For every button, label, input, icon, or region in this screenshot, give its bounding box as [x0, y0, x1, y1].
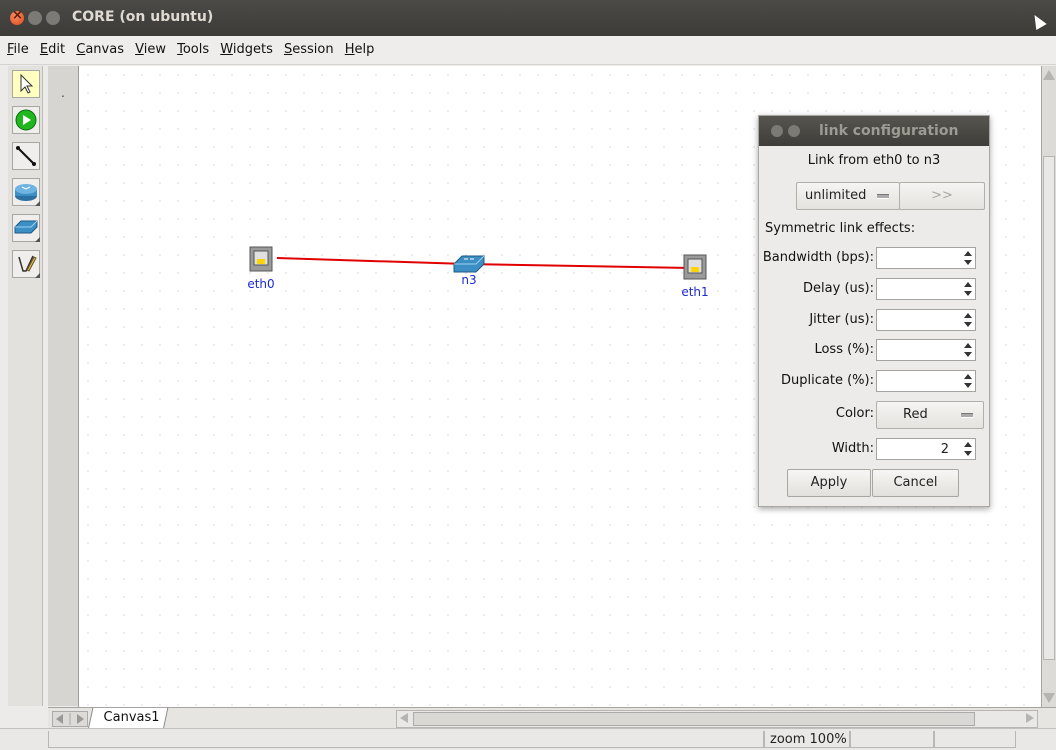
delay-label: Delay (us):: [803, 281, 874, 296]
delay-field[interactable]: [876, 278, 976, 300]
horizontal-scroll-thumb[interactable]: [413, 712, 975, 726]
apply-button[interactable]: Apply: [787, 469, 871, 497]
preset-apply-button[interactable]: >>: [899, 182, 985, 210]
dialog-title: link configuration: [819, 123, 959, 139]
duplicate-label: Duplicate (%):: [781, 373, 874, 388]
menu-canvas[interactable]: Canvas: [76, 42, 124, 57]
tool-palette: [8, 66, 43, 706]
window-close-button[interactable]: [10, 8, 24, 25]
spinner-arrows-icon[interactable]: [963, 281, 973, 297]
scroll-down-arrow-icon[interactable]: [1043, 693, 1055, 703]
menu-widgets[interactable]: Widgets: [220, 42, 273, 57]
window-title: CORE (on ubuntu): [72, 9, 214, 25]
switch-tool-button[interactable]: [12, 214, 40, 242]
spinner-arrows-icon[interactable]: [963, 441, 973, 457]
dialog-maximize-button[interactable]: [788, 125, 800, 137]
link-configuration-dialog: link configuration Link from eth0 to n3 …: [758, 115, 990, 507]
window-maximize-button[interactable]: [46, 11, 60, 25]
status-message-cell: [48, 731, 764, 748]
pointer-arrow-icon: [20, 73, 34, 94]
bandwidth-field[interactable]: [876, 247, 976, 269]
canvas-left-margin: .: [48, 66, 78, 706]
status-cell-4: [934, 731, 1016, 748]
menu-file[interactable]: File: [7, 42, 29, 57]
dialog-close-button[interactable]: [771, 125, 783, 137]
width-label: Width:: [831, 441, 874, 456]
rj45-port-icon: [683, 254, 707, 280]
select-tool-button[interactable]: [12, 70, 40, 98]
preset-value: unlimited: [805, 188, 867, 203]
spinner-arrows-icon[interactable]: [963, 312, 973, 328]
tab-navigation-arrows[interactable]: [52, 711, 88, 727]
menu-help[interactable]: Help: [345, 42, 375, 57]
scroll-left-arrow-icon[interactable]: [398, 712, 410, 724]
cancel-button[interactable]: Cancel: [872, 469, 959, 497]
spinner-arrows-icon[interactable]: [963, 250, 973, 266]
tab-label: Canvas1: [103, 710, 160, 725]
loss-label: Loss (%):: [814, 342, 874, 357]
spinner-arrows-icon[interactable]: [963, 373, 973, 389]
window-minimize-button[interactable]: [28, 11, 42, 25]
status-cell-3: [850, 731, 934, 748]
spinner-arrows-icon[interactable]: [963, 342, 973, 358]
bandwidth-label: Bandwidth (bps):: [762, 250, 874, 265]
color-dropdown[interactable]: Red: [876, 401, 984, 429]
dropdown-handle-icon: [961, 413, 973, 418]
preset-next-label: >>: [931, 188, 953, 203]
scroll-right-arrow-icon[interactable]: [1024, 712, 1036, 724]
color-value: Red: [903, 407, 928, 422]
vertical-scroll-thumb[interactable]: [1043, 156, 1055, 660]
menu-edit[interactable]: Edit: [40, 42, 65, 57]
jitter-field[interactable]: [876, 309, 976, 331]
mouse-cursor-icon: [1029, 11, 1047, 31]
tab-arrows-icon: [56, 713, 84, 725]
menu-session[interactable]: Session: [284, 42, 334, 57]
node-eth1[interactable]: eth1: [675, 252, 715, 299]
node-eth0[interactable]: eth0: [241, 244, 281, 291]
vertical-scrollbar[interactable]: [1041, 66, 1056, 707]
node-n3[interactable]: n3: [449, 252, 489, 287]
horizontal-scrollbar[interactable]: [396, 710, 1038, 728]
menu-view[interactable]: View: [135, 42, 166, 57]
rj45-port-icon: [249, 246, 273, 272]
link-tool-button[interactable]: [12, 142, 40, 170]
link-endpoints-label: Link from eth0 to n3: [807, 153, 941, 168]
annotation-tool-button[interactable]: [12, 250, 40, 278]
duplicate-field[interactable]: [876, 370, 976, 392]
dialog-titlebar: link configuration: [759, 116, 989, 146]
node-label: eth0: [247, 277, 275, 291]
width-field[interactable]: 2: [876, 438, 976, 460]
link-preset-dropdown[interactable]: unlimited: [796, 182, 900, 210]
symmetric-effects-heading: Symmetric link effects:: [765, 221, 916, 236]
scroll-up-arrow-icon[interactable]: [1043, 70, 1055, 80]
status-bar: zoom 100%: [0, 728, 1056, 750]
canvas-tab-bar: Canvas1: [48, 707, 1056, 730]
node-label: eth1: [681, 285, 709, 299]
link-eth0-n3[interactable]: [276, 257, 468, 265]
start-session-button[interactable]: [12, 106, 40, 134]
window-titlebar: CORE (on ubuntu): [0, 0, 1056, 36]
color-label: Color:: [835, 406, 874, 421]
loss-field[interactable]: [876, 339, 976, 361]
menu-tools[interactable]: Tools: [177, 42, 209, 57]
jitter-label: Jitter (us):: [809, 312, 874, 327]
link-n3-eth1[interactable]: [466, 263, 692, 269]
tab-canvas1[interactable]: Canvas1: [87, 708, 169, 730]
menubar: File Edit Canvas View Tools Widgets Sess…: [0, 36, 1056, 65]
router-tool-button[interactable]: [12, 178, 40, 206]
play-circle-icon: [15, 109, 37, 131]
dropdown-handle-icon: [877, 194, 889, 199]
link-line-icon: [16, 146, 36, 166]
zoom-level: zoom 100%: [770, 732, 847, 747]
